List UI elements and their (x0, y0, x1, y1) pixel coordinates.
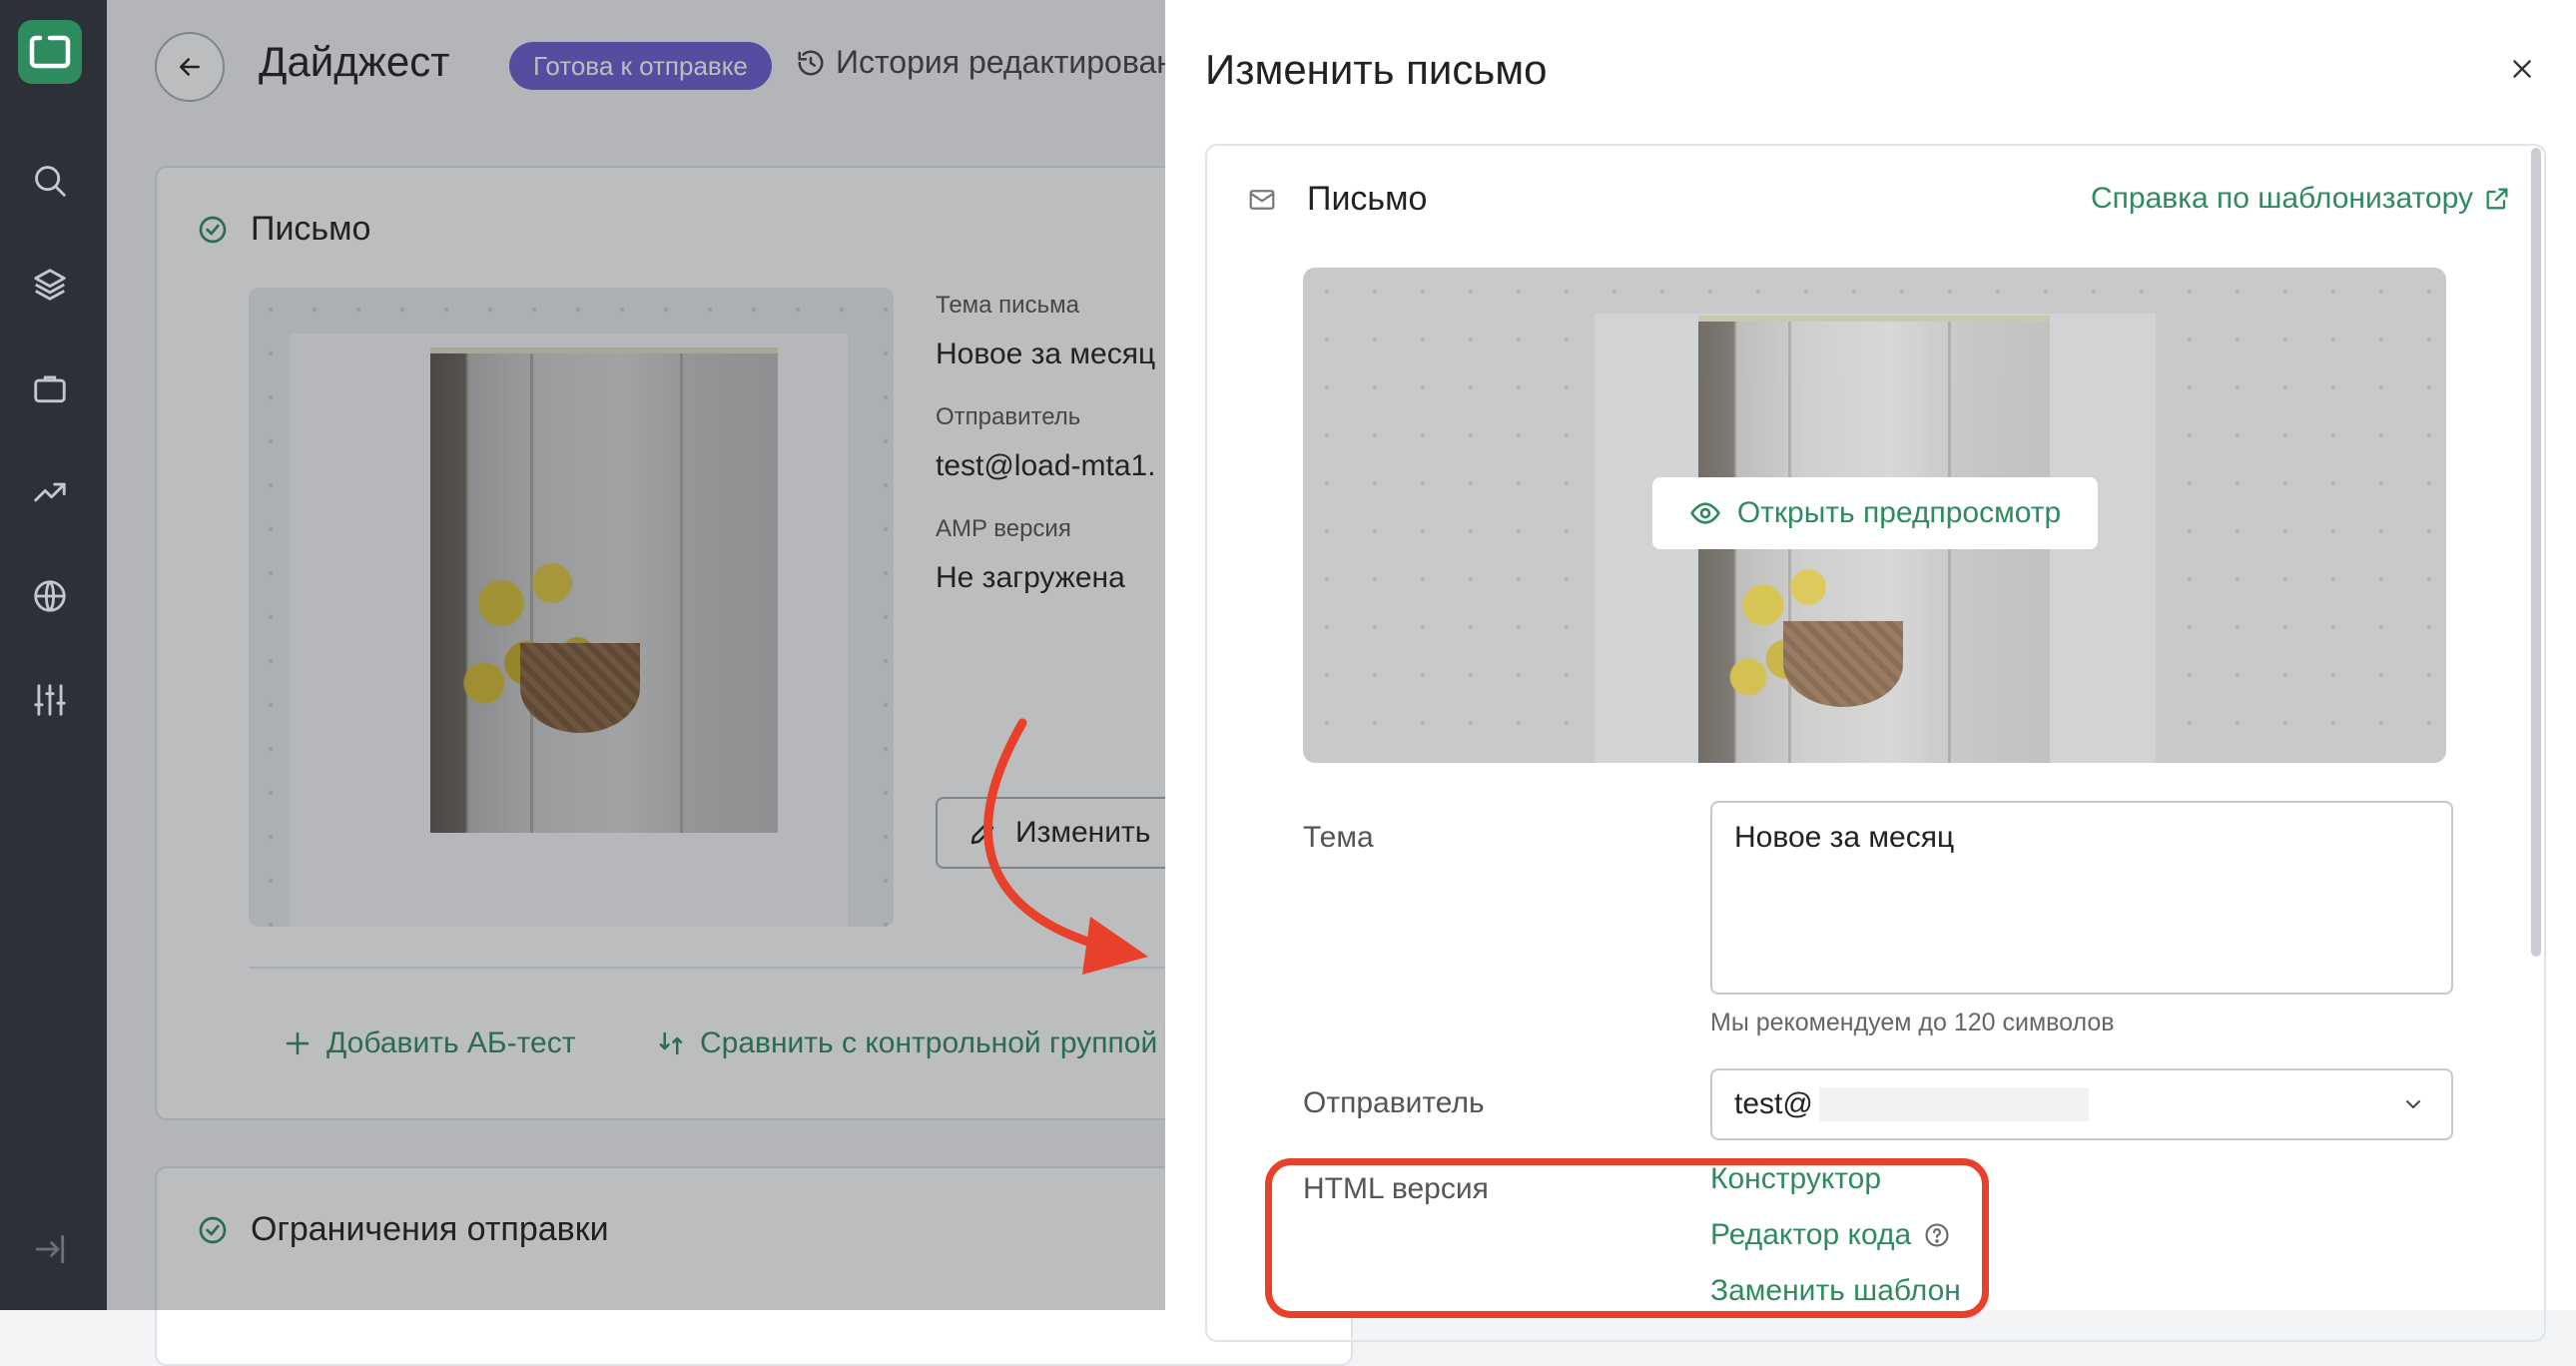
template-help-link[interactable]: Справка по шаблонизатору (2091, 182, 2511, 216)
open-preview-button[interactable]: Открыть предпросмотр (1652, 477, 2098, 549)
topic-hint: Мы рекомендуем до 120 символов (1710, 1009, 2115, 1036)
drawer-letter-header: Письмо (1247, 180, 1427, 219)
sender-select[interactable]: test@ (1710, 1068, 2453, 1140)
edit-letter-drawer: Изменить письмо Письмо Справка по шаблон… (1165, 0, 2576, 1342)
highlight-frame (1265, 1158, 1989, 1318)
mail-icon (1249, 189, 1275, 210)
sender-select-value: test@ (1734, 1087, 1813, 1120)
annotation-arrow (983, 718, 1148, 975)
drawer-letter-title: Письмо (1307, 180, 1428, 218)
sender-label: Отправитель (1303, 1086, 1485, 1119)
drawer-scrollbar[interactable] (2531, 148, 2541, 957)
open-preview-label: Открыть предпросмотр (1736, 496, 2062, 529)
close-icon[interactable] (2505, 52, 2539, 86)
topic-textarea[interactable]: Новое за месяц (1710, 801, 2453, 995)
eye-icon (1689, 502, 1720, 524)
logout-icon[interactable] (27, 1226, 73, 1272)
letter-preview[interactable]: Открыть предпросмотр (1303, 268, 2446, 763)
chevron-down-icon (2406, 1100, 2420, 1108)
template-help-label: Справка по шаблонизатору (2091, 182, 2473, 215)
sender-redacted (1818, 1087, 2089, 1121)
external-link-icon (2486, 188, 2508, 210)
drawer-title: Изменить письмо (1205, 46, 1548, 93)
topic-label: Тема (1303, 821, 1374, 854)
